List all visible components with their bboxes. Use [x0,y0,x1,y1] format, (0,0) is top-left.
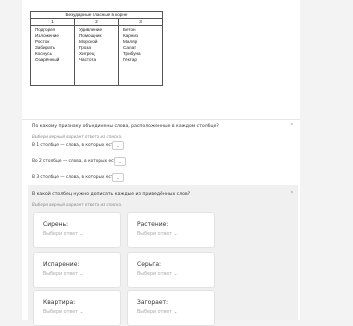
answer-card[interactable]: Растение: Выбери ответ ⌄ [127,212,215,248]
answer-card-word: Сирень: [43,221,69,228]
answer-row-2-dropdown[interactable]: ⌄ [114,157,126,166]
question-2-hint: Выбери верный вариант ответа из списка. [32,202,123,207]
question-1-hint: Выбери верный вариант ответа из списка. [32,134,123,139]
answer-card[interactable]: Квартира: Выбери ответ ⌄ [33,290,121,326]
answer-select[interactable]: Выбери ответ ⌄ [43,310,84,315]
answer-row-1-dropdown[interactable]: ⌄ [112,141,124,150]
column-number: 1 [30,18,75,26]
answer-card-word: Растение: [137,221,169,228]
answer-card-word: Квартира: [43,299,76,306]
collapse-chevron-icon[interactable]: ⌃ [290,191,294,197]
answer-row-2-label: Во 2 столбце — слова, в которых есть [32,159,119,164]
answer-card-word: Загорает: [137,299,169,306]
answer-select[interactable]: Выбери ответ ⌄ [137,310,178,315]
answer-card[interactable]: Загорает: Выбери ответ ⌄ [127,290,215,326]
chevron-down-icon: ⌄ [116,175,120,180]
answer-select[interactable]: Выбери ответ ⌄ [137,272,178,277]
chevron-down-icon: ⌄ [116,143,120,148]
question-2-text: В какой столбец нужно дописать каждые из… [32,192,191,197]
column-number: 3 [118,18,163,26]
answer-card[interactable]: Серьга: Выбери ответ ⌄ [127,252,215,288]
answer-select[interactable]: Выбери ответ ⌄ [43,272,84,277]
answer-row-1-label: В 1 столбце — слова, в которых есть [32,143,116,148]
divider [22,119,300,120]
answer-select[interactable]: Выбери ответ ⌄ [43,232,84,237]
column-number: 2 [74,18,119,26]
answer-select[interactable]: Выбери ответ ⌄ [137,232,178,237]
chevron-down-icon: ⌄ [118,159,122,164]
table-column-3: Бетон Карниз Маляр Салат Трибуна Гектар [118,25,163,86]
table-header: Безударные гласные в корне [30,11,163,19]
table-column-1: Подгорел Изложение Росток Забирать Косну… [30,25,75,86]
answer-card[interactable]: Испарение: Выбери ответ ⌄ [33,252,121,288]
word: Озарённый [35,57,60,62]
answer-card[interactable]: Сирень: Выбери ответ ⌄ [33,212,121,248]
collapse-chevron-icon[interactable]: ⌃ [290,123,294,129]
word: Гектар [123,57,137,62]
answer-row-3-dropdown[interactable]: ⌄ [112,173,124,182]
question-1-text: По какому признаку объединены слова, рас… [32,124,219,129]
answer-row-3-label: В 3 столбце — слова, в которых есть [32,175,116,180]
word: Частота [79,57,97,62]
answer-card-word: Серьга: [137,261,162,268]
answer-card-word: Испарение: [43,261,80,268]
words-table: Безударные гласные в корне 1 2 3 Подгоре… [30,11,163,86]
page: Безударные гласные в корне 1 2 3 Подгоре… [0,0,353,326]
table-column-2: Удивление Помощник Морской Гроза Хитрец … [74,25,119,86]
